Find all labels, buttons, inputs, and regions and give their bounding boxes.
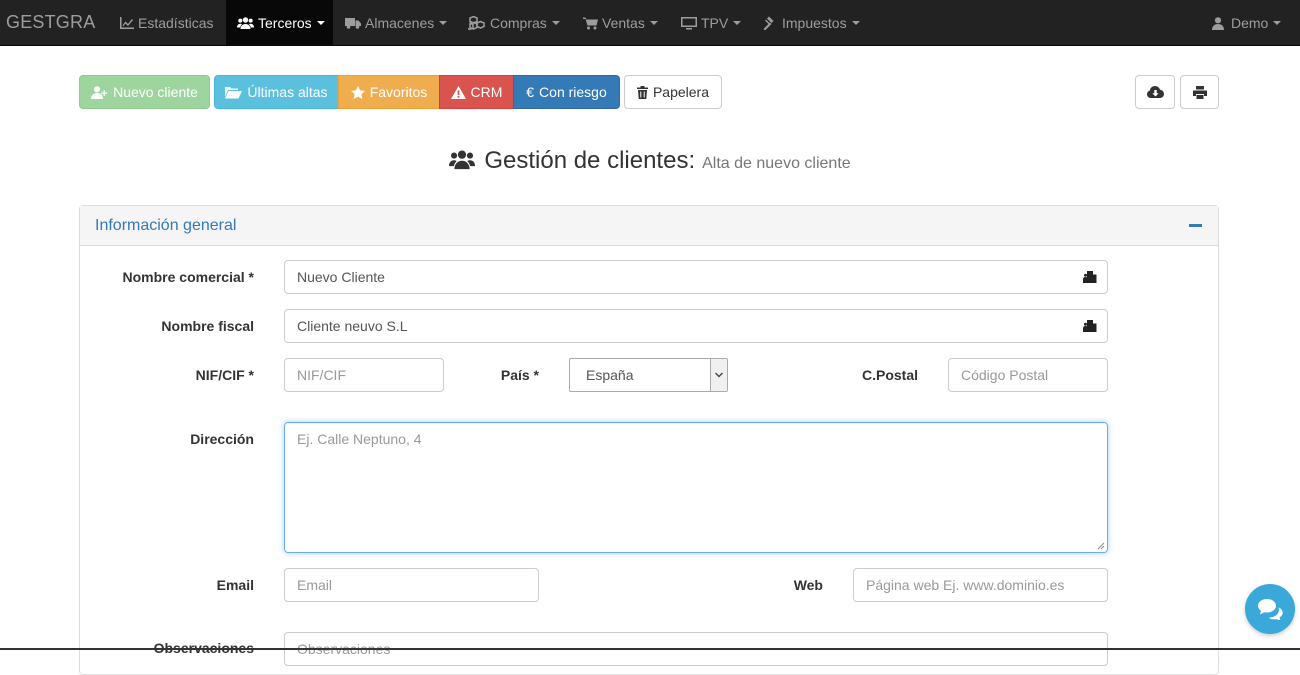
fiscal-name-field[interactable]: Cliente neuvo S.L xyxy=(284,309,1108,343)
commercial-name-value: Nuevo Cliente xyxy=(297,269,385,285)
nav-item-tpv[interactable]: TPV xyxy=(670,0,753,46)
nav-label: Estadísticas xyxy=(138,15,214,31)
contact-card-icon[interactable] xyxy=(1083,270,1097,284)
address-placeholder: Ej. Calle Neptuno, 4 xyxy=(297,431,422,447)
minus-icon[interactable] xyxy=(1189,224,1202,227)
caret-down-icon xyxy=(316,21,325,25)
user-plus-icon xyxy=(91,85,108,99)
address-textarea[interactable]: Ej. Calle Neptuno, 4 xyxy=(284,422,1108,553)
new-client-button[interactable]: Nuevo cliente xyxy=(79,75,210,109)
euro-icon: € xyxy=(526,84,535,100)
postal-code-label: C.Postal xyxy=(861,367,918,383)
email-label: Email xyxy=(216,577,254,593)
nav-label: Almacenes xyxy=(365,15,435,31)
nav-label: TPV xyxy=(701,15,729,31)
country-select[interactable]: España xyxy=(569,358,728,392)
nav-item-impuestos[interactable]: Impuestos xyxy=(753,0,870,46)
page-heading: Gestión de clientes: Alta de nuevo clien… xyxy=(0,146,1300,175)
download-button[interactable] xyxy=(1135,75,1175,109)
shopping-cart-icon xyxy=(583,17,598,29)
latest-clients-label: Últimas altas xyxy=(247,84,328,100)
fiscal-name-label: Nombre fiscal xyxy=(161,318,254,334)
nif-placeholder: NIF/CIF xyxy=(297,367,346,383)
chevron-down-icon[interactable] xyxy=(710,359,727,391)
fiscal-name-value: Cliente neuvo S.L xyxy=(297,318,408,334)
line-chart-icon xyxy=(120,17,134,29)
crm-button[interactable]: CRM xyxy=(439,75,514,109)
web-label: Web xyxy=(793,577,823,593)
star-icon xyxy=(350,85,365,99)
caret-down-icon xyxy=(733,21,742,25)
nav-label: Ventas xyxy=(602,15,645,31)
commercial-name-label: Nombre comercial * xyxy=(122,269,255,285)
trash-button[interactable]: Papelera xyxy=(624,75,722,109)
user-name: Demo xyxy=(1231,15,1269,31)
users-icon xyxy=(449,150,476,170)
favorites-button[interactable]: Favoritos xyxy=(338,75,440,109)
nif-label: NIF/CIF * xyxy=(195,367,254,383)
page-title: Gestión de clientes: xyxy=(484,147,696,174)
email-placeholder: Email xyxy=(297,577,333,593)
nav-label: Terceros xyxy=(258,15,312,31)
crm-label: CRM xyxy=(470,84,503,100)
brand-logo[interactable]: GESTGRA xyxy=(6,12,95,33)
users-icon xyxy=(237,17,254,29)
warning-icon xyxy=(450,85,466,99)
contact-card-icon[interactable] xyxy=(1083,319,1097,333)
web-input[interactable]: Página web Ej. www.dominio.es xyxy=(853,568,1108,602)
nif-input[interactable]: NIF/CIF xyxy=(284,358,444,392)
truck-icon xyxy=(345,18,361,29)
nav-item-compras[interactable]: Compras xyxy=(457,0,571,46)
caret-down-icon xyxy=(1273,21,1282,25)
country-value: España xyxy=(586,367,634,383)
nav-label: Compras xyxy=(490,15,547,31)
caret-down-icon xyxy=(649,21,658,25)
caret-down-icon xyxy=(439,21,448,25)
chat-bubbles-icon xyxy=(1258,599,1283,620)
print-icon xyxy=(1192,85,1207,99)
print-button[interactable] xyxy=(1180,75,1219,109)
trash-label: Papelera xyxy=(652,84,710,100)
page-subtitle: Alta de nuevo cliente xyxy=(702,155,851,172)
panel-title: Información general xyxy=(95,217,237,234)
resize-grip-icon[interactable] xyxy=(1097,542,1105,550)
latest-clients-button[interactable]: Últimas altas xyxy=(214,75,339,109)
user-menu[interactable]: Demo xyxy=(1198,0,1300,46)
desktop-icon xyxy=(681,16,697,29)
postal-code-input[interactable]: Código Postal xyxy=(948,358,1108,392)
nav-item-estadisticas[interactable]: Estadísticas xyxy=(110,0,226,46)
gavel-icon xyxy=(763,16,774,30)
address-label: Dirección xyxy=(190,431,254,447)
trash-icon xyxy=(636,85,648,99)
panel-header[interactable]: Información general xyxy=(80,206,1218,246)
cloud-download-icon xyxy=(1146,86,1164,98)
at-risk-button[interactable]: € Con riesgo xyxy=(513,75,620,109)
at-risk-label: Con riesgo xyxy=(539,84,607,100)
nav-item-terceros[interactable]: Terceros xyxy=(226,0,333,46)
postal-code-placeholder: Código Postal xyxy=(961,367,1049,383)
email-input[interactable]: Email xyxy=(284,568,539,602)
country-label: País * xyxy=(500,367,539,383)
caret-down-icon xyxy=(551,21,560,25)
commercial-name-field[interactable]: Nuevo Cliente xyxy=(284,260,1108,294)
user-icon xyxy=(1212,16,1224,30)
top-navbar: GESTGRA Estadísticas Terceros Almacenes … xyxy=(0,0,1300,46)
favorites-label: Favoritos xyxy=(369,84,428,100)
nav-item-almacenes[interactable]: Almacenes xyxy=(333,0,457,46)
nav-label: Impuestos xyxy=(782,15,847,31)
web-placeholder: Página web Ej. www.dominio.es xyxy=(866,577,1065,593)
new-client-label: Nuevo cliente xyxy=(113,84,198,100)
caret-down-icon xyxy=(851,21,860,25)
chat-button[interactable] xyxy=(1245,584,1295,634)
folder-open-icon xyxy=(225,86,243,98)
cubes-icon xyxy=(468,16,485,30)
nav-item-ventas[interactable]: Ventas xyxy=(571,0,670,46)
